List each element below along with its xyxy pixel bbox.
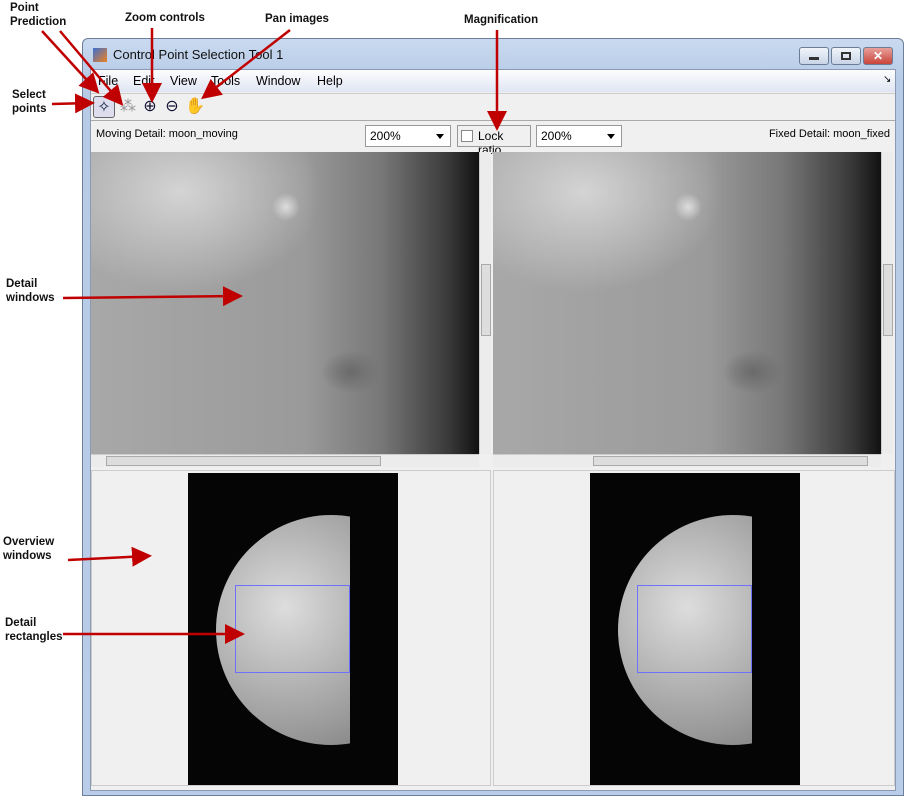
arrow-pan-images <box>201 29 291 100</box>
arrow-select-points <box>51 93 95 114</box>
arrow-detail-windows <box>62 286 243 307</box>
arrow-point-prediction-2 <box>59 30 124 106</box>
arrow-overview-windows <box>67 546 152 567</box>
annotation-arrows <box>41 28 507 644</box>
